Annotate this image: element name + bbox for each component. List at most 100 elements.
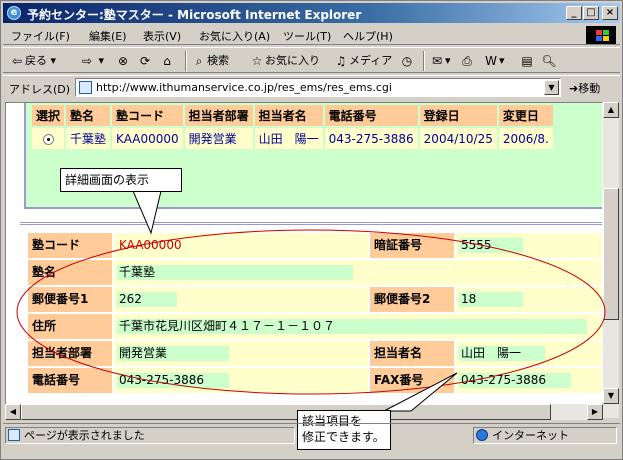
back-button[interactable]: ⇦ 戻る ▾ xyxy=(9,52,56,70)
col-registered-header: 登録日 xyxy=(419,105,497,126)
phone-field[interactable]: 043-275-3886 xyxy=(114,368,368,393)
scroll-up-button[interactable]: ▲ xyxy=(603,102,619,118)
name-field[interactable]: 千葉塾 xyxy=(114,260,602,285)
discuss-button[interactable]: ▤ xyxy=(519,52,535,70)
page-content: 選択 塾名 塾コード 担当者部署 担当者名 電話番号 登録日 変更日 千葉塾 K… xyxy=(5,102,603,418)
stop-icon: ⊗ xyxy=(117,54,129,68)
juku-list-table: 選択 塾名 塾コード 担当者部署 担当者名 電話番号 登録日 変更日 千葉塾 K… xyxy=(30,103,555,151)
toolbar-separator xyxy=(423,51,425,71)
search-icon: ⌕ xyxy=(195,54,203,68)
stop-button[interactable]: ⊗ xyxy=(115,52,131,70)
address-dropdown-button[interactable]: ▼ xyxy=(544,80,559,95)
dept-label: 担当者部署 xyxy=(28,341,112,366)
mail-button[interactable]: ✉ ▾ xyxy=(429,52,451,70)
media-button[interactable]: ♫ メディア xyxy=(333,52,393,70)
fax-label: FAX番号 xyxy=(370,368,454,393)
zip1-value: 262 xyxy=(119,292,142,306)
window-title: 予約センター:塾マスター - Microsoft Internet Explor… xyxy=(27,8,362,22)
scroll-down-button[interactable]: ▼ xyxy=(603,388,619,404)
pin-value: 5555 xyxy=(461,238,492,252)
person-value: 山田 陽一 xyxy=(461,346,522,360)
person-field[interactable]: 山田 陽一 xyxy=(456,341,602,366)
forward-button[interactable]: ⇨ ▾ xyxy=(79,52,104,70)
code-field[interactable]: KAA00000 xyxy=(114,233,368,258)
section-divider xyxy=(20,222,602,225)
horizontal-scroll-thumb[interactable] xyxy=(21,404,551,420)
fax-value: 043-275-3886 xyxy=(461,373,547,387)
code-value: KAA00000 xyxy=(119,238,182,252)
page-status-icon xyxy=(8,429,20,441)
history-button[interactable]: ◷ xyxy=(399,52,415,70)
close-button[interactable]: × xyxy=(602,6,618,20)
toolbar-separator xyxy=(185,51,187,71)
go-arrow-icon: ➜ xyxy=(569,82,579,95)
status-zone-pane: インターネット xyxy=(473,427,617,444)
dept-cell: 開発営業 xyxy=(184,128,253,149)
fax-field[interactable]: 043-275-3886 xyxy=(456,368,602,393)
col-code-header: 塾コード xyxy=(112,105,183,126)
zip1-field[interactable]: 262 xyxy=(114,287,368,312)
menu-favorites[interactable]: お気に入り(A) xyxy=(199,28,270,44)
scroll-left-button[interactable]: ◀ xyxy=(5,404,21,420)
name-cell: 千葉塾 xyxy=(66,128,111,149)
pin-field[interactable]: 5555 xyxy=(456,233,602,258)
col-select-header: 選択 xyxy=(32,105,65,126)
detail-view-callout: 詳細画面の表示 xyxy=(60,168,182,192)
research-button[interactable]: 🔍︎ xyxy=(541,52,557,70)
document-icon: ▤ xyxy=(521,54,533,68)
edit-button[interactable]: W ▾ xyxy=(483,52,504,70)
print-button[interactable]: ⎙ xyxy=(459,52,475,70)
print-icon: ⎙ xyxy=(462,54,472,68)
menu-view[interactable]: 表示(V) xyxy=(143,28,181,44)
col-person-header: 担当者名 xyxy=(254,105,323,126)
col-dept-header: 担当者部署 xyxy=(184,105,253,126)
address-value: 千葉市花見川区畑町４１７－１－１０７ xyxy=(119,319,336,333)
mail-icon: ✉ xyxy=(431,54,443,68)
go-button[interactable]: ➜移動 xyxy=(569,80,600,96)
status-message-pane: ページが表示されました xyxy=(5,427,295,444)
code-cell: KAA00000 xyxy=(112,128,183,149)
address-label: アドレス(D) xyxy=(9,83,71,96)
search-label: 検索 xyxy=(207,54,229,67)
browser-window: e 予約センター:塾マスター - Microsoft Internet Expl… xyxy=(0,0,623,460)
menu-file[interactable]: ファイル(F) xyxy=(11,28,70,44)
menu-edit[interactable]: 編集(E) xyxy=(89,28,127,44)
menu-help[interactable]: ヘルプ(H) xyxy=(343,28,393,44)
select-radio[interactable] xyxy=(42,133,54,145)
menu-tools[interactable]: ツール(T) xyxy=(283,28,331,44)
address-input[interactable]: http://www.ithumanservice.co.jp/res_ems/… xyxy=(75,78,561,97)
person-cell: 山田 陽一 xyxy=(254,128,323,149)
go-label: 移動 xyxy=(578,82,601,95)
table-header-row: 選択 塾名 塾コード 担当者部署 担当者名 電話番号 登録日 変更日 xyxy=(32,105,553,126)
address-field-label: 住所 xyxy=(28,314,112,339)
favorites-label: お気に入り xyxy=(265,54,320,67)
status-zone: インターネット xyxy=(492,429,569,442)
history-icon: ◷ xyxy=(401,54,413,68)
dept-field[interactable]: 開発営業 xyxy=(114,341,368,366)
vertical-scroll-thumb[interactable] xyxy=(603,188,619,320)
search-button[interactable]: ⌕ 検索 xyxy=(191,52,229,70)
minimize-button[interactable]: _ xyxy=(566,6,582,20)
menu-bar: ファイル(F) 編集(E) 表示(V) お気に入り(A) ツール(T) ヘルプ(… xyxy=(3,25,620,45)
vertical-scrollbar[interactable]: ▲ ▼ xyxy=(603,102,619,418)
phone-cell: 043-275-3886 xyxy=(324,128,418,149)
back-arrow-icon: ⇦ xyxy=(11,54,23,68)
maximize-button[interactable]: □ xyxy=(583,6,599,20)
phone-label: 電話番号 xyxy=(28,368,112,393)
name-label: 塾名 xyxy=(28,260,112,285)
select-cell xyxy=(32,128,65,149)
home-icon: ⌂ xyxy=(163,54,171,68)
col-changed-header: 変更日 xyxy=(498,105,553,126)
address-bar: アドレス(D) http://www.ithumanservice.co.jp/… xyxy=(3,75,620,99)
zip2-field[interactable]: 18 xyxy=(456,287,602,312)
address-field[interactable]: 千葉市花見川区畑町４１７－１－１０７ xyxy=(114,314,602,339)
refresh-button[interactable]: ⟳ xyxy=(137,52,153,70)
home-button[interactable]: ⌂ xyxy=(159,52,175,70)
favorites-button[interactable]: ☆ お気に入り xyxy=(249,52,320,70)
changed-cell: 2006/8. xyxy=(498,128,553,149)
refresh-icon: ⟳ xyxy=(139,54,151,68)
code-label: 塾コード xyxy=(28,233,112,258)
detail-callout-text: 詳細画面の表示 xyxy=(65,173,150,187)
status-message: ページが表示されました xyxy=(24,429,145,442)
scroll-right-button[interactable]: ▶ xyxy=(587,404,603,420)
